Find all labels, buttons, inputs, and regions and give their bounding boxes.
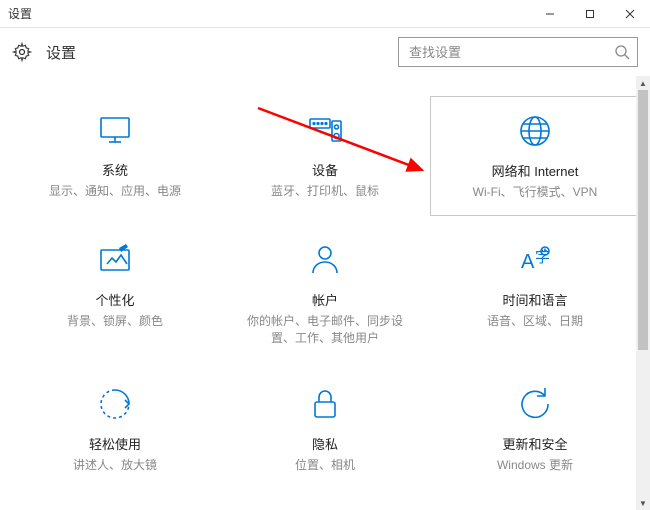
devices-icon <box>305 110 345 150</box>
tile-desc: Windows 更新 <box>497 457 573 474</box>
svg-text:A: A <box>521 251 535 273</box>
search-container <box>398 37 638 67</box>
minimize-icon <box>545 9 555 19</box>
globe-icon <box>515 111 555 151</box>
tile-update-security[interactable]: 更新和安全 Windows 更新 <box>430 370 640 488</box>
tile-desc: 显示、通知、应用、电源 <box>49 183 181 200</box>
tile-title: 设备 <box>312 160 338 179</box>
tile-network[interactable]: 网络和 Internet Wi-Fi、飞行模式、VPN <box>430 96 640 216</box>
tile-title: 轻松使用 <box>89 434 141 453</box>
scrollbar-thumb[interactable] <box>638 90 648 350</box>
tile-title: 网络和 Internet <box>492 161 579 180</box>
ease-icon <box>95 384 135 424</box>
search-icon <box>614 44 630 60</box>
update-icon <box>515 384 555 424</box>
lock-icon <box>305 384 345 424</box>
tile-desc: 位置、相机 <box>295 457 355 474</box>
tile-title: 个性化 <box>95 290 134 309</box>
content-area: 系统 显示、通知、应用、电源 设备 蓝牙、打印机、鼠标 网络和 Internet… <box>0 76 650 510</box>
maximize-button[interactable] <box>570 0 610 28</box>
tile-desc: 蓝牙、打印机、鼠标 <box>271 183 379 200</box>
svg-text:字: 字 <box>535 249 550 266</box>
tile-desc: 你的帐户、电子邮件、同步设置、工作、其他用户 <box>245 313 405 347</box>
tile-accounts[interactable]: 帐户 你的帐户、电子邮件、同步设置、工作、其他用户 <box>220 226 430 361</box>
tile-desc: 讲述人、放大镜 <box>73 457 157 474</box>
tile-system[interactable]: 系统 显示、通知、应用、电源 <box>10 96 220 216</box>
tile-devices[interactable]: 设备 蓝牙、打印机、鼠标 <box>220 96 430 216</box>
search-input[interactable] <box>398 37 638 67</box>
time-language-icon: A字 <box>515 240 555 280</box>
tile-time-language[interactable]: A字 时间和语言 语音、区域、日期 <box>430 226 640 361</box>
tile-title: 帐户 <box>312 290 338 309</box>
tile-title: 系统 <box>102 160 128 179</box>
tile-personalization[interactable]: 个性化 背景、锁屏、颜色 <box>10 226 220 361</box>
maximize-icon <box>585 9 595 19</box>
tile-ease-of-access[interactable]: 轻松使用 讲述人、放大镜 <box>10 370 220 488</box>
header: 设置 <box>0 28 650 76</box>
tile-desc: 语音、区域、日期 <box>487 313 583 330</box>
tile-title: 隐私 <box>312 434 338 453</box>
scroll-up-arrow-icon[interactable]: ▲ <box>636 76 650 90</box>
system-icon <box>95 110 135 150</box>
window-title: 设置 <box>8 5 32 22</box>
personalization-icon <box>95 240 135 280</box>
window-controls <box>530 0 650 28</box>
tile-desc: Wi-Fi、飞行模式、VPN <box>473 184 598 201</box>
close-button[interactable] <box>610 0 650 28</box>
scrollbar[interactable]: ▲ ▼ <box>636 76 650 510</box>
minimize-button[interactable] <box>530 0 570 28</box>
accounts-icon <box>305 240 345 280</box>
titlebar: 设置 <box>0 0 650 28</box>
tile-title: 更新和安全 <box>502 434 567 453</box>
tile-desc: 背景、锁屏、颜色 <box>67 313 163 330</box>
settings-grid: 系统 显示、通知、应用、电源 设备 蓝牙、打印机、鼠标 网络和 Internet… <box>10 96 640 488</box>
tile-privacy[interactable]: 隐私 位置、相机 <box>220 370 430 488</box>
scroll-down-arrow-icon[interactable]: ▼ <box>636 496 650 510</box>
page-title: 设置 <box>46 42 76 63</box>
tile-title: 时间和语言 <box>502 290 567 309</box>
close-icon <box>625 9 635 19</box>
gear-icon <box>12 42 32 62</box>
